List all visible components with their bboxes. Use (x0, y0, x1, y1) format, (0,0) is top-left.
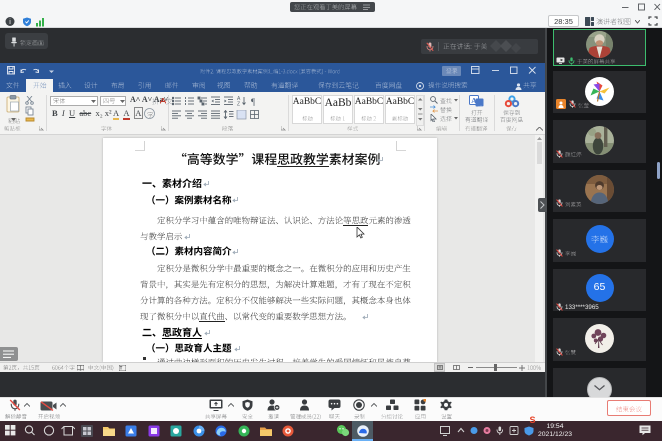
svg-text:¶: ¶ (251, 97, 255, 106)
svg-text:Z: Z (237, 102, 240, 107)
